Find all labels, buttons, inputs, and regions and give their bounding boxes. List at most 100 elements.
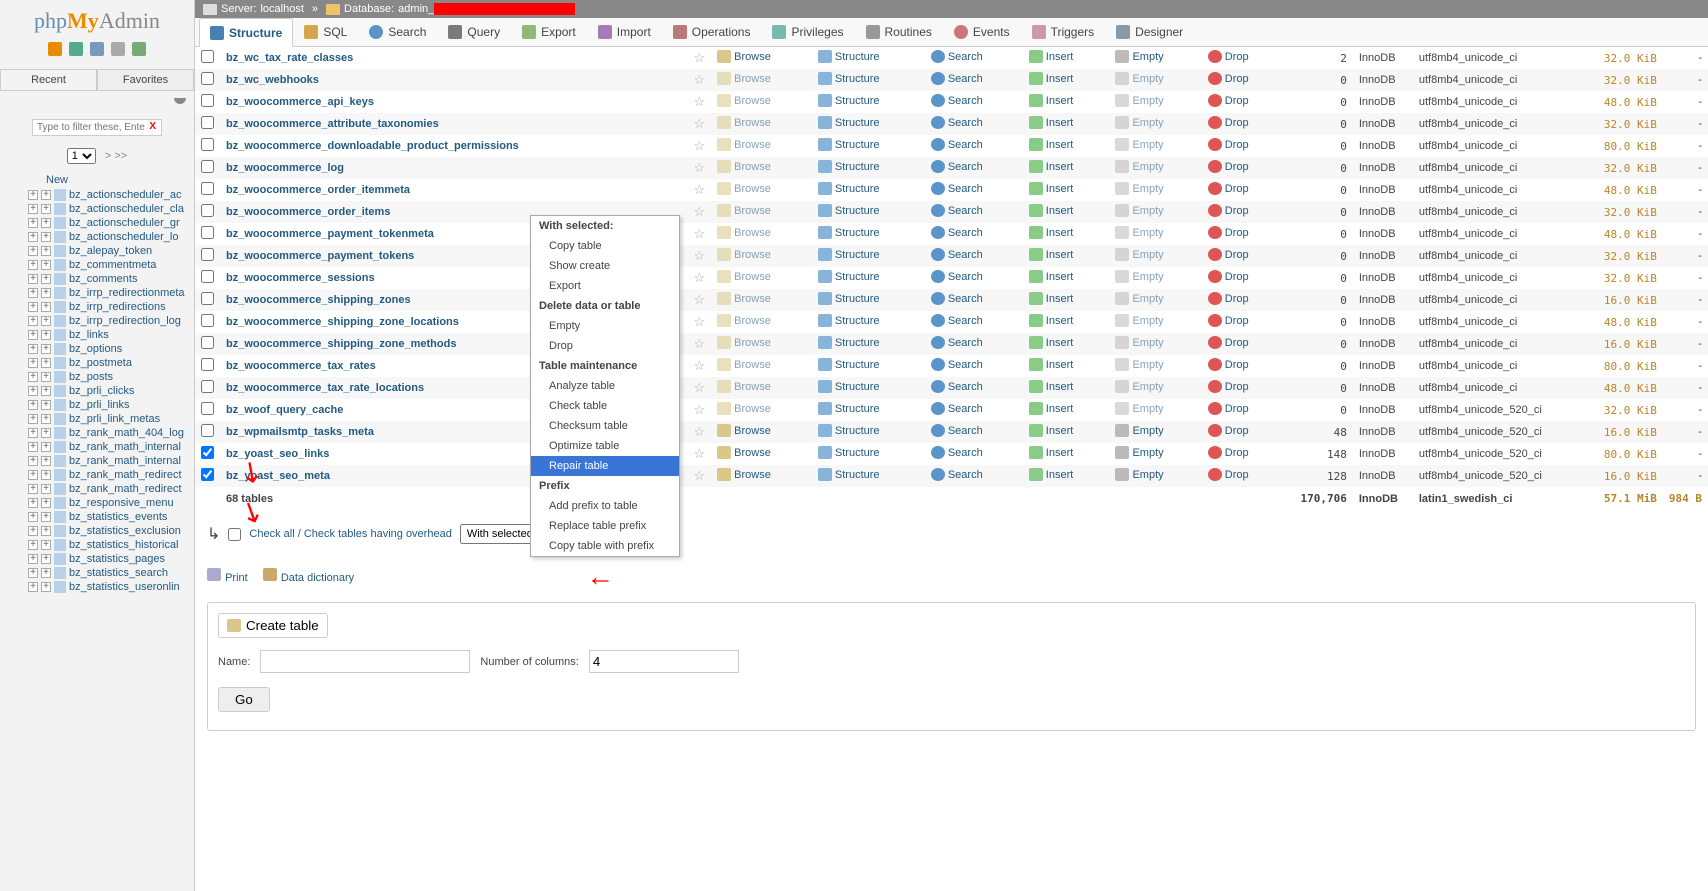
- search-link[interactable]: Search: [931, 72, 983, 85]
- table-name-link[interactable]: bz_woocommerce_downloadable_product_perm…: [226, 140, 519, 152]
- collapse-handle[interactable]: [0, 91, 194, 111]
- tree-node[interactable]: ++bz_rank_math_internal: [4, 440, 194, 454]
- browse-link[interactable]: Browse: [717, 358, 771, 371]
- favorite-star[interactable]: ☆: [688, 399, 712, 421]
- tree-node[interactable]: ++bz_postmeta: [4, 356, 194, 370]
- expand-icon[interactable]: +: [41, 190, 51, 200]
- expand-icon[interactable]: +: [41, 358, 51, 368]
- favorite-star[interactable]: ☆: [688, 421, 712, 443]
- insert-link[interactable]: Insert: [1029, 160, 1074, 173]
- tree-node-label[interactable]: bz_rank_math_internal: [69, 455, 181, 467]
- expand-icon[interactable]: +: [41, 330, 51, 340]
- favorite-star[interactable]: ☆: [688, 223, 712, 245]
- expand-icon[interactable]: +: [28, 344, 38, 354]
- search-link[interactable]: Search: [931, 292, 983, 305]
- drop-link[interactable]: Drop: [1208, 358, 1249, 371]
- drop-link[interactable]: Drop: [1208, 182, 1249, 195]
- browse-link[interactable]: Browse: [717, 116, 771, 129]
- expand-icon[interactable]: +: [41, 218, 51, 228]
- expand-icon[interactable]: +: [28, 554, 38, 564]
- expand-icon[interactable]: +: [28, 288, 38, 298]
- tree-node-label[interactable]: bz_comments: [69, 273, 137, 285]
- tab-triggers[interactable]: Triggers: [1021, 18, 1106, 46]
- tree-node[interactable]: ++bz_actionscheduler_ac: [4, 188, 194, 202]
- tab-query[interactable]: Query: [437, 18, 511, 46]
- tree-node-label[interactable]: bz_statistics_search: [69, 567, 168, 579]
- data-dictionary-link[interactable]: Data dictionary: [263, 572, 354, 584]
- expand-icon[interactable]: +: [28, 274, 38, 284]
- browse-link[interactable]: Browse: [717, 160, 771, 173]
- menu-copy-prefix[interactable]: Copy table with prefix: [531, 536, 679, 556]
- favorite-star[interactable]: ☆: [688, 443, 712, 465]
- sidebar-tab-recent[interactable]: Recent: [0, 69, 97, 90]
- insert-link[interactable]: Insert: [1029, 226, 1074, 239]
- tree-node-label[interactable]: bz_links: [69, 329, 109, 341]
- empty-link[interactable]: Empty: [1115, 336, 1163, 349]
- insert-link[interactable]: Insert: [1029, 270, 1074, 283]
- structure-link[interactable]: Structure: [818, 94, 880, 107]
- row-checkbox[interactable]: [201, 94, 214, 107]
- favorite-star[interactable]: ☆: [688, 465, 712, 487]
- drop-link[interactable]: Drop: [1208, 138, 1249, 151]
- tree-node[interactable]: ++bz_irrp_redirections: [4, 300, 194, 314]
- favorite-star[interactable]: ☆: [688, 289, 712, 311]
- browse-link[interactable]: Browse: [717, 468, 771, 481]
- menu-repair[interactable]: Repair table: [531, 456, 679, 476]
- table-name-link[interactable]: bz_woocommerce_shipping_zones: [226, 294, 411, 306]
- drop-link[interactable]: Drop: [1208, 468, 1249, 481]
- table-name-link[interactable]: bz_woocommerce_tax_rates: [226, 360, 376, 372]
- tree-node[interactable]: ++bz_options: [4, 342, 194, 356]
- empty-link[interactable]: Empty: [1115, 50, 1163, 63]
- expand-icon[interactable]: +: [28, 498, 38, 508]
- tree-node[interactable]: ++bz_alepay_token: [4, 244, 194, 258]
- search-link[interactable]: Search: [931, 446, 983, 459]
- browse-link[interactable]: Browse: [717, 226, 771, 239]
- tree-node-label[interactable]: bz_statistics_exclusion: [69, 525, 181, 537]
- favorite-star[interactable]: ☆: [688, 179, 712, 201]
- tab-import[interactable]: Import: [587, 18, 662, 46]
- favorite-star[interactable]: ☆: [688, 311, 712, 333]
- expand-icon[interactable]: +: [41, 512, 51, 522]
- tree-node[interactable]: ++bz_actionscheduler_cla: [4, 202, 194, 216]
- insert-link[interactable]: Insert: [1029, 380, 1074, 393]
- expand-icon[interactable]: +: [41, 498, 51, 508]
- row-checkbox[interactable]: [201, 402, 214, 415]
- insert-link[interactable]: Insert: [1029, 182, 1074, 195]
- empty-link[interactable]: Empty: [1115, 292, 1163, 305]
- expand-icon[interactable]: +: [28, 246, 38, 256]
- table-name-link[interactable]: bz_wc_tax_rate_classes: [226, 52, 353, 64]
- expand-icon[interactable]: +: [28, 582, 38, 592]
- sidebar-tab-favorites[interactable]: Favorites: [97, 69, 194, 90]
- row-checkbox[interactable]: [201, 336, 214, 349]
- browse-link[interactable]: Browse: [717, 270, 771, 283]
- clear-filter-icon[interactable]: X: [149, 121, 156, 132]
- row-checkbox[interactable]: [201, 248, 214, 261]
- menu-checksum[interactable]: Checksum table: [531, 416, 679, 436]
- bc-server-link[interactable]: localhost: [260, 3, 303, 15]
- tab-privileges[interactable]: Privileges: [761, 18, 854, 46]
- drop-link[interactable]: Drop: [1208, 292, 1249, 305]
- tab-routines[interactable]: Routines: [855, 18, 943, 46]
- drop-link[interactable]: Drop: [1208, 402, 1249, 415]
- expand-icon[interactable]: +: [41, 274, 51, 284]
- tree-node-label[interactable]: bz_statistics_pages: [69, 553, 165, 565]
- tree-node[interactable]: ++bz_commentmeta: [4, 258, 194, 272]
- structure-link[interactable]: Structure: [818, 336, 880, 349]
- exit-icon[interactable]: [69, 42, 83, 56]
- tree-node[interactable]: ++bz_statistics_exclusion: [4, 524, 194, 538]
- expand-icon[interactable]: +: [41, 568, 51, 578]
- tree-node[interactable]: ++bz_responsive_menu: [4, 496, 194, 510]
- drop-link[interactable]: Drop: [1208, 116, 1249, 129]
- empty-link[interactable]: Empty: [1115, 424, 1163, 437]
- expand-icon[interactable]: +: [41, 470, 51, 480]
- browse-link[interactable]: Browse: [717, 138, 771, 151]
- table-name-link[interactable]: bz_woocommerce_sessions: [226, 272, 375, 284]
- expand-icon[interactable]: +: [41, 288, 51, 298]
- drop-link[interactable]: Drop: [1208, 270, 1249, 283]
- structure-link[interactable]: Structure: [818, 138, 880, 151]
- tree-node-label[interactable]: bz_prli_link_metas: [69, 413, 160, 425]
- create-table-button[interactable]: Create table: [218, 613, 328, 638]
- expand-icon[interactable]: +: [41, 204, 51, 214]
- empty-link[interactable]: Empty: [1115, 116, 1163, 129]
- table-name-link[interactable]: bz_woocommerce_log: [226, 162, 344, 174]
